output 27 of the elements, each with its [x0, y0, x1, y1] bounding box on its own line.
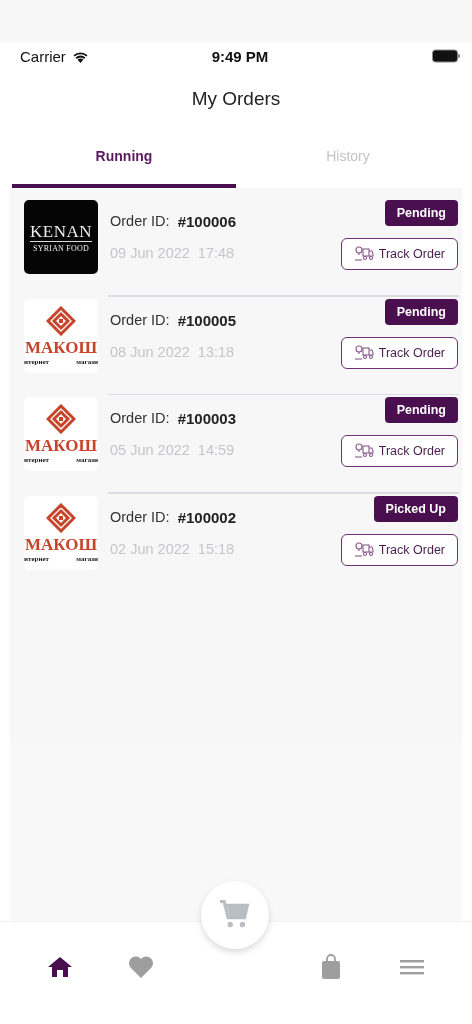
clock-time: 9:49 PM: [211, 47, 269, 65]
order-id: #100002: [177, 508, 237, 526]
order-id-label: Order ID:: [110, 213, 170, 230]
status-badge: Pending: [384, 298, 458, 325]
delivery-icon: [353, 443, 374, 459]
order-id: #100003: [177, 410, 237, 427]
battery-icon: [432, 49, 460, 63]
track-order-button[interactable]: Track Order: [340, 238, 458, 270]
page-title: My Orders: [191, 88, 281, 110]
status-badge: Pending: [384, 397, 458, 423]
track-order-button[interactable]: Track Order: [340, 435, 458, 467]
delivery-icon: [353, 246, 374, 262]
order-id-label: Order ID:: [110, 410, 170, 427]
cart-icon: [217, 900, 252, 930]
track-order-button[interactable]: Track Order: [340, 533, 458, 566]
store-logo: KENAN SYRIAN FOOD: [24, 200, 98, 274]
order-id: #100006: [177, 213, 237, 230]
delivery-icon: [353, 541, 374, 558]
wifi-icon: [71, 49, 89, 63]
order-id-label: Order ID:: [110, 311, 170, 329]
track-order-button[interactable]: Track Order: [340, 336, 458, 369]
status-badge: Pending: [384, 200, 458, 226]
delivery-icon: [353, 344, 374, 361]
carrier-label: Carrier: [20, 47, 66, 65]
order-id: #100005: [177, 311, 237, 329]
order-id-label: Order ID:: [110, 508, 170, 526]
status-badge: Picked Up: [373, 495, 458, 522]
